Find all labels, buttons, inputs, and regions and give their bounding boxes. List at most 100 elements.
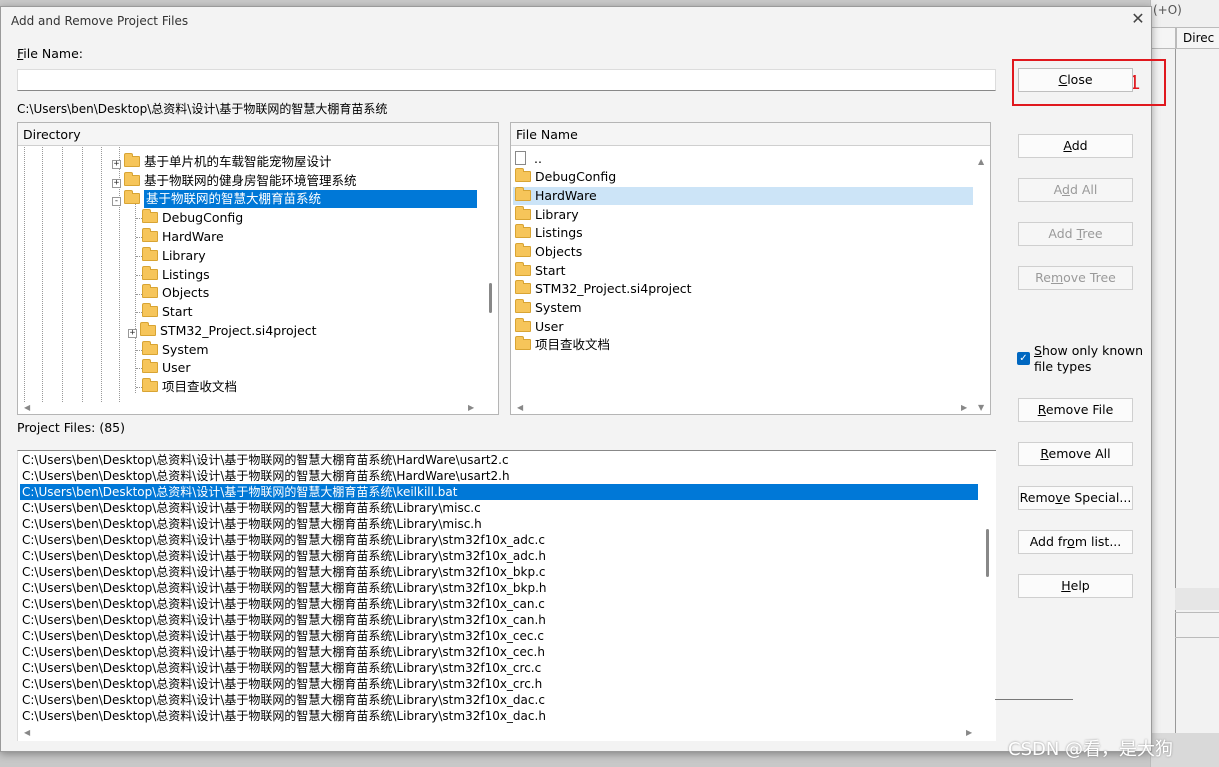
file-item-selected[interactable]: HardWare [513, 187, 973, 205]
project-file-row[interactable]: C:\Users\ben\Desktop\总资料\设计\基于物联网的智慧大棚育苗… [20, 676, 978, 692]
scroll-up-icon[interactable]: ▲ [978, 157, 984, 166]
folder-icon [142, 303, 158, 317]
vertical-scrollbar-thumb[interactable] [489, 283, 492, 313]
remove-all-button[interactable]: Remove All [1018, 442, 1133, 466]
folder-icon [515, 243, 531, 257]
tree-item[interactable]: + STM32_Project.si4project [128, 322, 317, 340]
project-file-row[interactable]: C:\Users\ben\Desktop\总资料\设计\基于物联网的智慧大棚育苗… [20, 612, 978, 628]
file-item[interactable]: 项目查收文档 [513, 336, 973, 354]
file-item[interactable]: Library [513, 206, 973, 224]
tree-item[interactable]: Library [142, 247, 206, 265]
tree-item[interactable]: Listings [142, 266, 210, 284]
folder-icon [515, 187, 531, 201]
file-name-label: File Name: [17, 46, 83, 61]
project-file-row[interactable]: C:\Users\ben\Desktop\总资料\设计\基于物联网的智慧大棚育苗… [20, 500, 978, 516]
scroll-right-icon[interactable]: ▶ [468, 403, 474, 412]
folder-icon [515, 224, 531, 238]
tree-item[interactable]: Objects [142, 284, 209, 302]
background-bottom-strip [0, 752, 1150, 767]
file-item[interactable]: Objects [513, 243, 973, 261]
tree-item[interactable]: 项目查收文档 [142, 378, 237, 396]
expand-icon[interactable]: + [128, 329, 137, 338]
project-file-row-selected[interactable]: C:\Users\ben\Desktop\总资料\设计\基于物联网的智慧大棚育苗… [20, 484, 978, 500]
collapse-icon[interactable]: - [112, 197, 121, 206]
remove-special-button[interactable]: Remove Special... [1018, 486, 1133, 510]
file-item-parent[interactable]: .. [513, 150, 973, 168]
separator-line [995, 699, 1073, 700]
directory-header[interactable]: Directory [18, 123, 498, 146]
folder-icon [515, 318, 531, 332]
project-file-row[interactable]: C:\Users\ben\Desktop\总资料\设计\基于物联网的智慧大棚育苗… [20, 564, 978, 580]
add-from-list-button[interactable]: Add from list... [1018, 530, 1133, 554]
project-file-row[interactable]: C:\Users\ben\Desktop\总资料\设计\基于物联网的智慧大棚育苗… [20, 580, 978, 596]
project-file-row[interactable]: C:\Users\ben\Desktop\总资料\设计\基于物联网的智慧大棚育苗… [20, 644, 978, 660]
scroll-right-icon[interactable]: ▶ [961, 403, 967, 412]
directory-pane[interactable]: Directory + 基于单片机的车载智能宠物屋设计 + 基于物联网的健身房智能环… [17, 122, 499, 415]
project-file-row[interactable]: C:\Users\ben\Desktop\总资料\设计\基于物联网的智慧大棚育苗… [20, 708, 978, 724]
expand-icon[interactable]: + [112, 160, 121, 169]
scroll-down-icon[interactable]: ▼ [978, 403, 984, 412]
project-file-row[interactable]: C:\Users\ben\Desktop\总资料\设计\基于物联网的智慧大棚育苗… [20, 596, 978, 612]
tree-item[interactable]: DebugConfig [142, 209, 243, 227]
remove-file-button[interactable]: Remove File [1018, 398, 1133, 422]
folder-icon [142, 284, 158, 298]
scroll-left-icon[interactable]: ◀ [517, 403, 523, 412]
folder-icon [515, 168, 531, 182]
file-name-header[interactable]: File Name [511, 123, 990, 146]
add-tree-button[interactable]: Add Tree [1018, 222, 1133, 246]
watermark: CSDN @看，是大狗 [1008, 739, 1174, 760]
project-file-row[interactable]: C:\Users\ben\Desktop\总资料\设计\基于物联网的智慧大棚育苗… [20, 692, 978, 708]
folder-icon [515, 280, 531, 294]
file-name-pane[interactable]: File Name .. DebugConfig HardWare Librar… [510, 122, 991, 415]
tree-item[interactable]: + 基于物联网的健身房智能环境管理系统 [112, 172, 357, 190]
file-item[interactable]: Start [513, 262, 973, 280]
scroll-right-icon[interactable]: ▶ [966, 728, 972, 737]
close-icon[interactable]: ✕ [1129, 10, 1147, 28]
project-file-row[interactable]: C:\Users\ben\Desktop\总资料\设计\基于物联网的智慧大棚育苗… [20, 548, 978, 564]
show-known-types-label[interactable]: Show only known file types [1034, 343, 1144, 375]
tree-guide [101, 147, 102, 402]
project-files-list[interactable]: C:\Users\ben\Desktop\总资料\设计\基于物联网的智慧大棚育苗… [17, 450, 996, 741]
file-item[interactable]: STM32_Project.si4project [513, 280, 973, 298]
background-column-blank [1151, 27, 1176, 49]
project-file-row[interactable]: C:\Users\ben\Desktop\总资料\设计\基于物联网的智慧大棚育苗… [20, 452, 978, 468]
folder-icon [515, 336, 531, 350]
file-item[interactable]: DebugConfig [513, 168, 973, 186]
scroll-left-icon[interactable]: ◀ [24, 728, 30, 737]
tree-item[interactable]: User [142, 359, 191, 377]
tree-item[interactable]: Start [142, 303, 193, 321]
scroll-left-icon[interactable]: ◀ [24, 403, 30, 412]
project-file-row[interactable]: C:\Users\ben\Desktop\总资料\设计\基于物联网的智慧大棚育苗… [20, 468, 978, 484]
show-known-types-checkbox[interactable]: ✓ [1017, 352, 1030, 365]
tree-item[interactable]: System [142, 341, 209, 359]
folder-icon [142, 209, 158, 223]
project-file-row[interactable]: C:\Users\ben\Desktop\总资料\设计\基于物联网的智慧大棚育苗… [20, 532, 978, 548]
tree-guide [24, 147, 25, 402]
folder-icon [142, 247, 158, 261]
dialog-title: Add and Remove Project Files [11, 14, 189, 28]
file-name-input[interactable] [17, 69, 996, 91]
help-button[interactable]: Help [1018, 574, 1133, 598]
expand-icon[interactable]: + [112, 179, 121, 188]
folder-icon [142, 359, 158, 373]
file-item[interactable]: User [513, 318, 973, 336]
project-file-row[interactable]: C:\Users\ben\Desktop\总资料\设计\基于物联网的智慧大棚育苗… [20, 516, 978, 532]
folder-icon [124, 172, 140, 186]
add-all-button[interactable]: Add All [1018, 178, 1133, 202]
tree-guide [62, 147, 63, 402]
project-file-row[interactable]: C:\Users\ben\Desktop\总资料\设计\基于物联网的智慧大棚育苗… [20, 660, 978, 676]
tree-item-selected[interactable]: - 基于物联网的智慧大棚育苗系统 [112, 190, 477, 208]
add-button[interactable]: Add [1018, 134, 1133, 158]
project-file-row[interactable]: C:\Users\ben\Desktop\总资料\设计\基于物联网的智慧大棚育苗… [20, 628, 978, 644]
tree-item[interactable]: + 基于单片机的车载智能宠物屋设计 [112, 153, 332, 171]
file-item[interactable]: System [513, 299, 973, 317]
folder-icon [142, 266, 158, 280]
vertical-scrollbar-thumb[interactable] [986, 529, 989, 577]
folder-icon [142, 228, 158, 242]
background-row [1175, 588, 1219, 610]
tree-item[interactable]: HardWare [142, 228, 224, 246]
close-button[interactable]: Close [1018, 68, 1133, 92]
file-item[interactable]: Listings [513, 224, 973, 242]
remove-tree-button[interactable]: Remove Tree [1018, 266, 1133, 290]
background-line [1175, 612, 1219, 613]
